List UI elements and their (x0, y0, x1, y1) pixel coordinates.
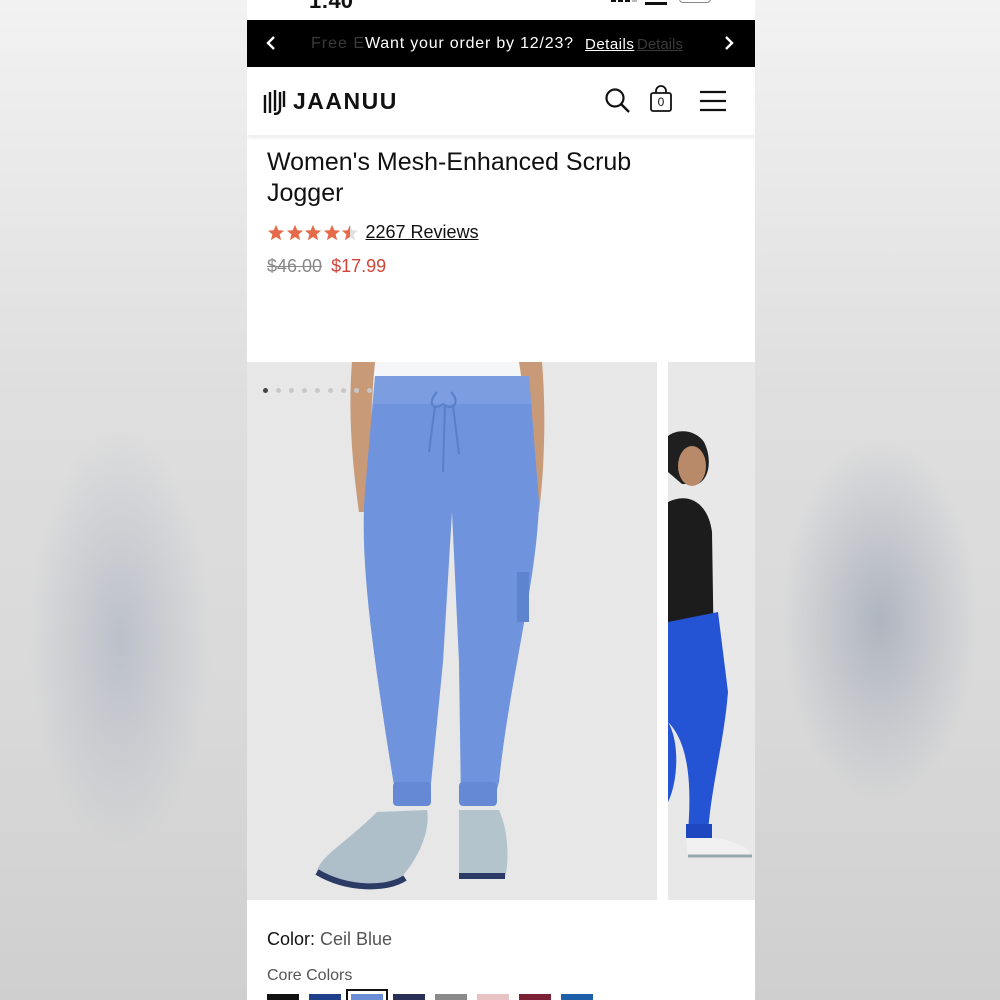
star-icon (323, 224, 340, 240)
cart-button[interactable]: 0 (649, 85, 677, 113)
jaanuu-logo-icon (263, 89, 286, 115)
battery-icon (679, 0, 711, 3)
core-colors-label: Core Colors (267, 967, 353, 984)
product-image-side[interactable] (668, 362, 755, 900)
color-swatch[interactable] (393, 994, 425, 1000)
gallery-dot[interactable] (263, 388, 268, 393)
promo-message: Want your order by 12/23? (365, 35, 574, 52)
star-icon (341, 224, 359, 240)
gallery-dots (263, 388, 380, 393)
chevron-left-icon (266, 36, 275, 50)
promo-ghost-text: Free E (311, 35, 366, 52)
color-swatch[interactable] (477, 994, 509, 1000)
signal-icon (611, 0, 639, 2)
product-gallery[interactable] (247, 362, 755, 900)
site-header: JAANUU 0 (247, 67, 755, 135)
brand-logo[interactable]: JAANUU (263, 88, 398, 115)
color-swatch[interactable] (267, 994, 299, 1000)
color-swatch[interactable] (309, 994, 341, 1000)
search-icon (605, 88, 630, 113)
selected-color: Color: Ceil Blue (267, 929, 392, 950)
status-time: 1:40 (309, 0, 354, 13)
gallery-dot[interactable] (341, 388, 346, 393)
gallery-dot[interactable] (328, 388, 333, 393)
search-button[interactable] (604, 87, 632, 115)
color-swatch[interactable] (561, 994, 593, 1000)
gallery-dot[interactable] (289, 388, 294, 393)
color-label: Color: (267, 929, 316, 949)
gallery-dot[interactable] (315, 388, 320, 393)
rating-stars (267, 224, 360, 242)
jogger-front-illustration (247, 362, 657, 900)
product-image-front[interactable] (247, 362, 657, 900)
color-swatch[interactable] (519, 994, 551, 1000)
sale-price: $17.99 (331, 256, 387, 276)
reviews-link[interactable]: 2267 Reviews (366, 222, 479, 243)
color-value: Ceil Blue (320, 929, 393, 949)
product-rating: 2267 Reviews (267, 222, 479, 243)
promo-ghost-link: Details (637, 36, 683, 53)
cart-count: 0 (657, 95, 665, 109)
promo-next-button[interactable] (719, 32, 739, 54)
chevron-right-icon (725, 36, 734, 50)
star-icon (267, 224, 285, 240)
promo-details-link[interactable]: Details (585, 36, 634, 53)
brand-name: JAANUU (293, 88, 398, 114)
color-swatch[interactable] (346, 989, 388, 1000)
promo-banner: Free E Details Want your order by 12/23?… (247, 20, 755, 67)
promo-prev-button[interactable] (261, 32, 281, 54)
gallery-dot[interactable] (354, 388, 359, 393)
wifi-icon (645, 0, 667, 5)
status-bar: 1:40 (247, 0, 755, 20)
product-price: $46.00 $17.99 (267, 256, 386, 277)
gallery-dot[interactable] (302, 388, 307, 393)
hamburger-menu-icon (700, 90, 726, 112)
star-icon (286, 224, 303, 240)
color-swatch[interactable] (435, 994, 467, 1000)
phone-screen: 1:40 Free E Details Want your order by 1… (247, 0, 755, 1000)
gallery-dot[interactable] (276, 388, 281, 393)
menu-button[interactable] (699, 87, 727, 115)
star-icon (304, 224, 322, 240)
product-title: Women's Mesh-Enhanced Scrub Jogger (267, 148, 632, 207)
gallery-dot[interactable] (367, 388, 372, 393)
jogger-side-illustration (668, 362, 755, 900)
original-price: $46.00 (267, 256, 323, 276)
color-swatches (267, 989, 603, 1000)
